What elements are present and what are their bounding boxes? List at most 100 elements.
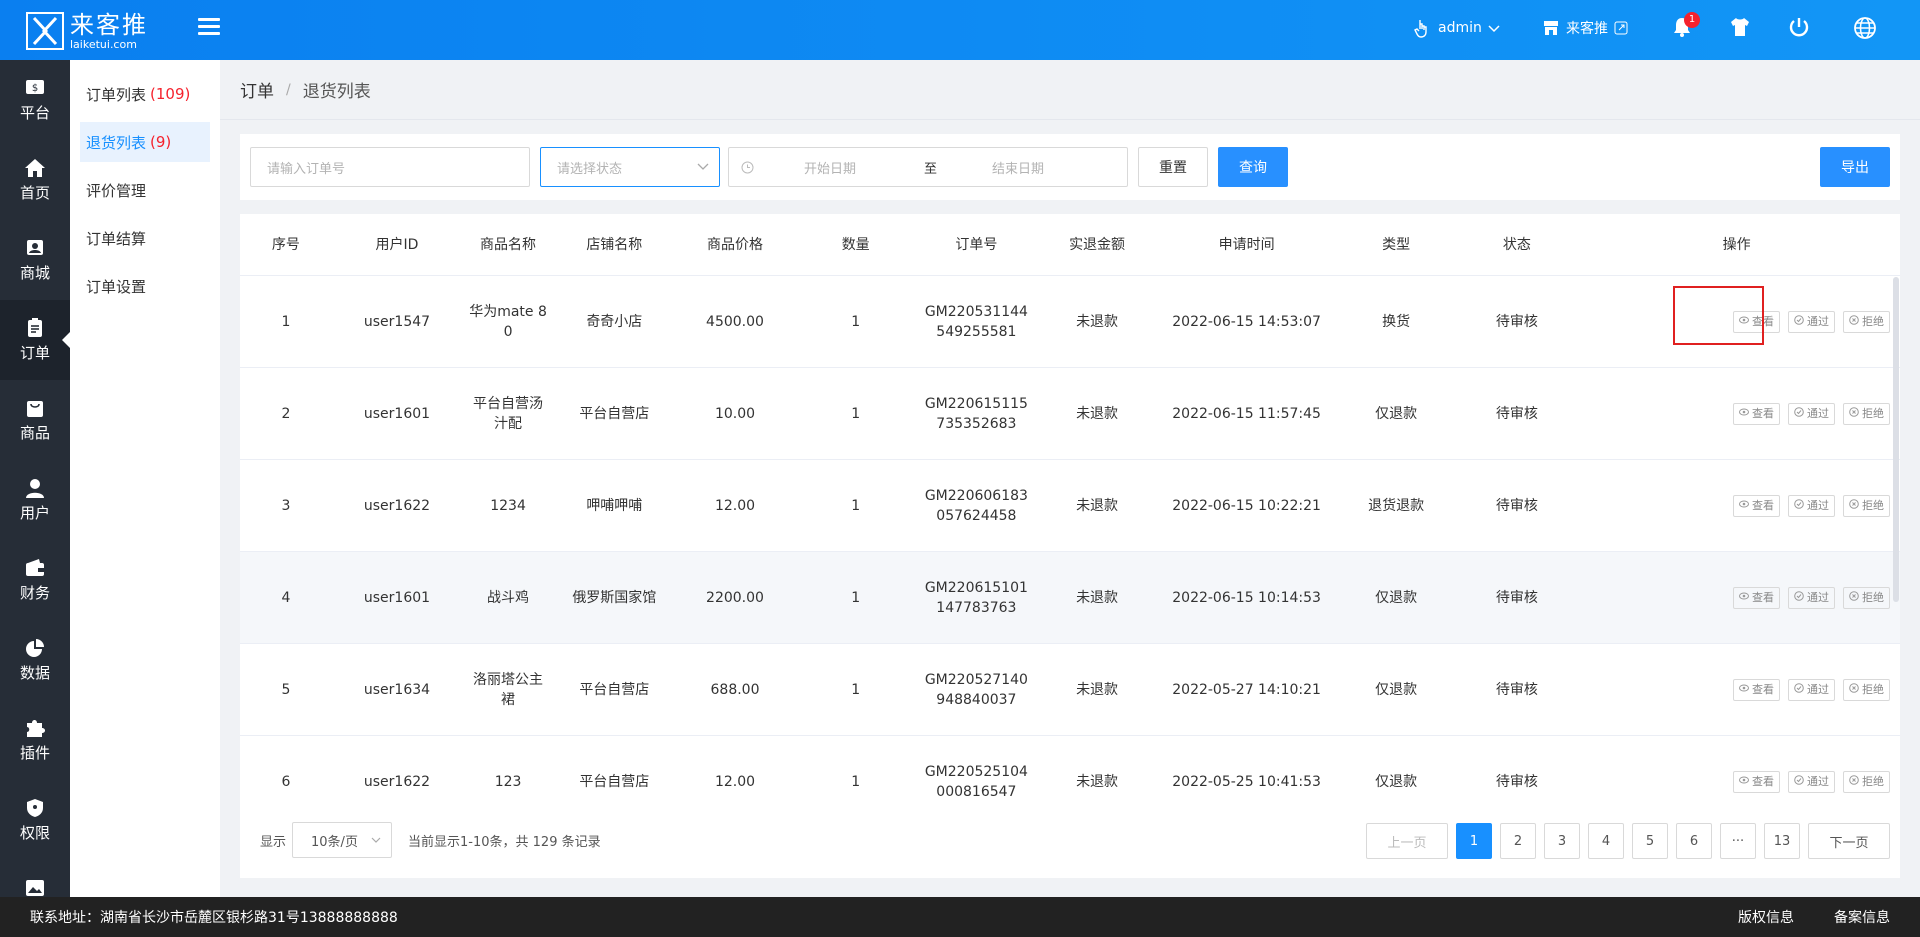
order-number-input[interactable]: 请输入订单号 bbox=[250, 147, 530, 187]
sidebar-item-permissions[interactable]: 权限 bbox=[0, 780, 70, 860]
cell-no: 2 bbox=[281, 405, 291, 422]
submenu-order-settings[interactable]: 订单设置 bbox=[80, 266, 210, 306]
page-button[interactable]: 2 bbox=[1500, 823, 1536, 859]
check-circle-icon bbox=[1794, 680, 1807, 700]
row-actions: 查看 通过 拒绝 bbox=[1577, 402, 1900, 425]
shop-link[interactable]: 来客推 bbox=[1542, 18, 1628, 38]
check-circle-icon bbox=[1794, 312, 1807, 332]
next-page-button[interactable]: 下一页 bbox=[1808, 823, 1890, 859]
breadcrumb-current: 退货列表 bbox=[302, 82, 371, 102]
menu-toggle-icon[interactable] bbox=[198, 18, 220, 38]
cell-name: 华为mate 80 bbox=[469, 303, 547, 340]
approve-button[interactable]: 通过 bbox=[1788, 586, 1835, 609]
sidebar-item-plugins[interactable]: 插件 bbox=[0, 700, 70, 780]
approve-button[interactable]: 通过 bbox=[1788, 402, 1835, 425]
table-row[interactable]: 4 user1601 战斗鸡 俄罗斯国家馆 2200.00 1 GM220615101147… bbox=[240, 552, 1900, 644]
submenu-return-list[interactable]: 退货列表 (9) bbox=[80, 122, 210, 162]
page-button[interactable]: 3 bbox=[1544, 823, 1580, 859]
export-button[interactable]: 导出 bbox=[1820, 147, 1890, 187]
table-row[interactable]: 5 user1634 洛丽塔公主裙 平台自营店 688.00 1 GM22052714094… bbox=[240, 644, 1900, 736]
breadcrumb-parent[interactable]: 订单 bbox=[240, 77, 274, 102]
sidebar-item-mall[interactable]: 商城 bbox=[0, 220, 70, 300]
prev-page-button[interactable]: 上一页 bbox=[1366, 823, 1448, 859]
cell-time: 2022-06-15 14:53:07 bbox=[1172, 313, 1321, 330]
reject-button[interactable]: 拒绝 bbox=[1843, 678, 1890, 701]
sidebar-item-home[interactable]: 首页 bbox=[0, 140, 70, 220]
sidebar-item-finance[interactable]: 财务 bbox=[0, 540, 70, 620]
cell-qty: 1 bbox=[851, 589, 861, 606]
theme-button[interactable] bbox=[1729, 16, 1751, 38]
cell-order: GM220531144549255581 bbox=[924, 303, 1028, 340]
sidebar-item-users[interactable]: 用户 bbox=[0, 460, 70, 540]
table-scrollbar[interactable] bbox=[1893, 277, 1899, 602]
page-button[interactable]: 4 bbox=[1588, 823, 1624, 859]
table-row[interactable]: 2 user1601 平台自营汤汁配 平台自营店 10.00 1 GM22061511573… bbox=[240, 368, 1900, 460]
language-button[interactable] bbox=[1853, 16, 1877, 40]
cell-price: 10.00 bbox=[714, 405, 756, 422]
page-button[interactable]: 13 bbox=[1764, 823, 1800, 859]
approve-button[interactable]: 通过 bbox=[1788, 770, 1835, 793]
logout-button[interactable] bbox=[1788, 16, 1810, 38]
sidebar-item-media[interactable] bbox=[0, 860, 70, 897]
cell-order: GM220527140948840037 bbox=[924, 671, 1028, 708]
reject-button[interactable]: 拒绝 bbox=[1843, 310, 1890, 333]
reject-button[interactable]: 拒绝 bbox=[1843, 586, 1890, 609]
submenu-settlement[interactable]: 订单结算 bbox=[80, 218, 210, 258]
cell-status: 待审核 bbox=[1495, 405, 1538, 422]
view-button[interactable]: 查看 bbox=[1733, 770, 1780, 793]
sidebar-item-platform[interactable]: $ 平台 bbox=[0, 60, 70, 140]
view-button[interactable]: 查看 bbox=[1733, 402, 1780, 425]
page-button[interactable]: 5 bbox=[1632, 823, 1668, 859]
view-button[interactable]: 查看 bbox=[1733, 678, 1780, 701]
notification-button[interactable]: 1 bbox=[1672, 12, 1700, 38]
page-button[interactable]: 1 bbox=[1456, 823, 1492, 859]
page-ellipsis-button[interactable]: ··· bbox=[1720, 823, 1756, 859]
sidebar-item-goods[interactable]: 商品 bbox=[0, 380, 70, 460]
page-button[interactable]: 6 bbox=[1676, 823, 1712, 859]
table-row[interactable]: 1 user1547 华为mate 80 奇奇小店 4500.00 1 GM22053114… bbox=[240, 276, 1900, 368]
table-row[interactable]: 6 user1622 123 平台自营店 12.00 1 GM220525104000816… bbox=[240, 736, 1900, 802]
reset-button[interactable]: 重置 bbox=[1138, 147, 1208, 187]
close-circle-icon bbox=[1849, 404, 1862, 424]
record-link[interactable]: 备案信息 bbox=[1834, 907, 1890, 927]
wallet-icon bbox=[26, 558, 44, 576]
reject-button[interactable]: 拒绝 bbox=[1843, 402, 1890, 425]
status-select[interactable]: 请选择状态 bbox=[540, 147, 720, 187]
cell-refund: 未退款 bbox=[1076, 313, 1119, 330]
page-size-select[interactable]: 10条/页 bbox=[292, 822, 393, 858]
user-menu[interactable]: admin bbox=[1414, 18, 1500, 38]
cell-type: 退货退款 bbox=[1368, 497, 1425, 514]
approve-button[interactable]: 通过 bbox=[1788, 678, 1835, 701]
cell-no: 6 bbox=[281, 773, 291, 790]
column-header: 类型 bbox=[1382, 236, 1411, 253]
row-actions: 查看 通过 拒绝 bbox=[1577, 310, 1900, 333]
close-circle-icon bbox=[1849, 496, 1862, 516]
approve-button[interactable]: 通过 bbox=[1788, 310, 1835, 333]
cell-store: 平台自营店 bbox=[579, 681, 650, 698]
start-date-input[interactable]: 开始日期 bbox=[804, 158, 914, 177]
view-button[interactable]: 查看 bbox=[1733, 494, 1780, 517]
sidebar-item-data[interactable]: 数据 bbox=[0, 620, 70, 700]
approve-button[interactable]: 通过 bbox=[1788, 494, 1835, 517]
reject-button[interactable]: 拒绝 bbox=[1843, 770, 1890, 793]
view-button[interactable]: 查看 bbox=[1733, 310, 1780, 333]
store-icon bbox=[1544, 21, 1558, 35]
submenu-order-list[interactable]: 订单列表 (109) bbox=[80, 74, 210, 114]
clipboard-icon bbox=[28, 317, 42, 337]
shield-icon bbox=[27, 798, 43, 817]
row-actions: 查看 通过 拒绝 bbox=[1577, 586, 1900, 609]
footer: 联系地址：湖南省长沙市岳麓区银杉路31号13888888888 版权信息 备案信… bbox=[0, 897, 1920, 937]
reject-button[interactable]: 拒绝 bbox=[1843, 494, 1890, 517]
cell-store: 呷哺呷哺 bbox=[586, 497, 643, 514]
cell-store: 平台自营店 bbox=[579, 405, 650, 422]
query-button[interactable]: 查询 bbox=[1218, 147, 1288, 187]
brand-logo[interactable]: 来客推 laiketui.com bbox=[26, 8, 186, 54]
date-range-picker[interactable]: 开始日期 至 结束日期 bbox=[728, 147, 1128, 187]
view-button[interactable]: 查看 bbox=[1733, 586, 1780, 609]
end-date-input[interactable]: 结束日期 bbox=[992, 158, 1044, 177]
sidebar-item-orders[interactable]: 订单 bbox=[0, 300, 70, 380]
submenu-reviews[interactable]: 评价管理 bbox=[80, 170, 210, 210]
copyright-link[interactable]: 版权信息 bbox=[1738, 907, 1794, 927]
cell-uid: user1547 bbox=[363, 313, 431, 330]
table-row[interactable]: 3 user1622 1234 呷哺呷哺 12.00 1 GM220606183057624… bbox=[240, 460, 1900, 552]
